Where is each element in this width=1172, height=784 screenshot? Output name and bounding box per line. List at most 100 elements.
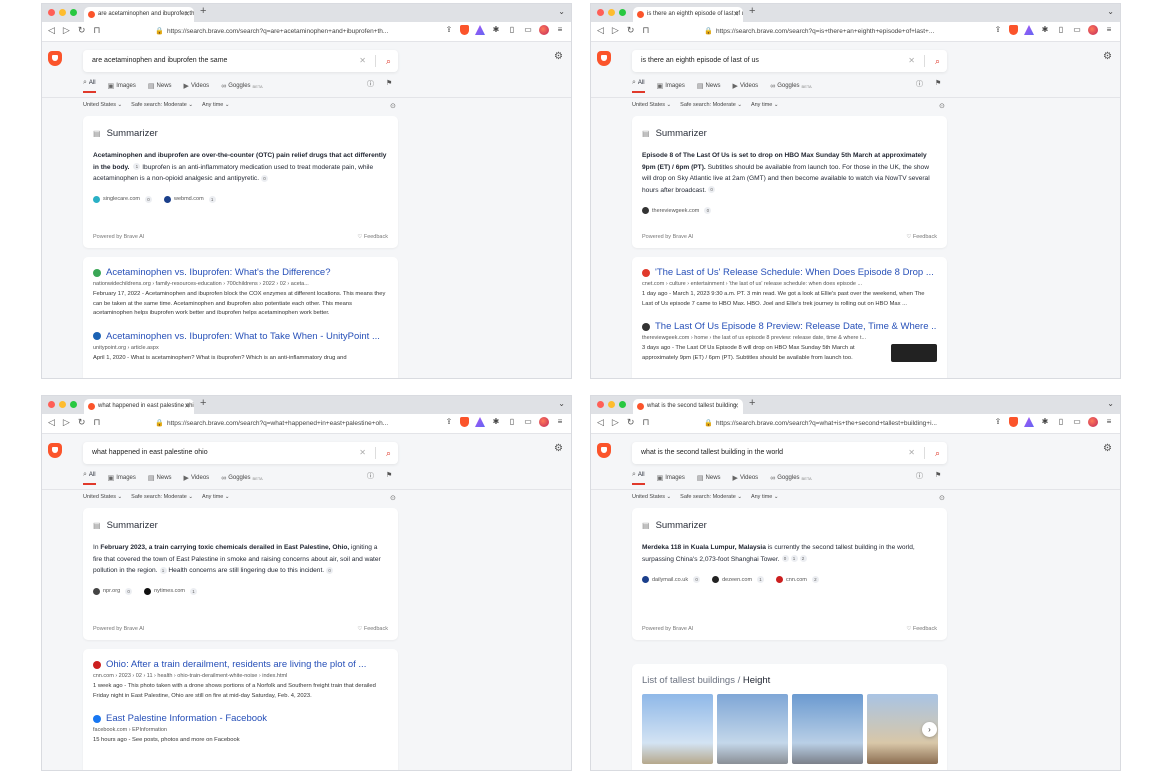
source-link[interactable]: webmd.com 1 [164, 195, 216, 203]
profile-avatar[interactable] [539, 417, 549, 427]
forward-icon[interactable]: ▷ [63, 417, 70, 428]
result-title-link[interactable]: East Palestine Information - Facebook [93, 713, 388, 724]
info-icon[interactable]: ⓘ [367, 471, 374, 481]
region-filter[interactable]: United States ⌄ [83, 102, 122, 108]
tab-goggles[interactable]: ∞ Goggles BETA [770, 471, 812, 485]
result-title-link[interactable]: The Last Of Us Episode 8 Preview: Releas… [642, 321, 937, 332]
citation-badge[interactable]: 0 [708, 186, 716, 194]
browser-tab[interactable]: what happened in east palestine ohio ✕ [84, 399, 194, 414]
new-tab-icon[interactable]: + [200, 397, 206, 409]
region-filter[interactable]: United States ⌄ [632, 102, 671, 108]
close-tab-icon[interactable]: ✕ [733, 399, 739, 414]
tab-news[interactable]: ▤ News [148, 471, 172, 485]
flag-icon[interactable]: ⚑ [935, 471, 941, 481]
tab-images[interactable]: ▣ Images [657, 79, 685, 93]
tab-videos[interactable]: ▶ Videos [733, 79, 759, 93]
region-filter[interactable]: United States ⌄ [632, 494, 671, 500]
window-control-dot[interactable] [48, 401, 55, 408]
tab-videos[interactable]: ▶ Videos [184, 471, 210, 485]
building-item[interactable]: Merdeka 118678.9 [717, 694, 788, 770]
address-bar[interactable]: 🔒 https://search.brave.com/search?q=are+a… [153, 25, 419, 38]
close-tab-icon[interactable]: ✕ [184, 399, 190, 414]
time-filter[interactable]: Any time ⌄ [751, 102, 779, 108]
sidebar-icon[interactable]: ▯ [1056, 417, 1066, 427]
profile-avatar[interactable] [539, 25, 549, 35]
search-input[interactable]: what happened in east palestine ohio ✕ ⌕ [83, 442, 398, 464]
safesearch-filter[interactable]: Safe search: Moderate ⌄ [680, 494, 742, 500]
location-icon[interactable]: ⊙ [390, 494, 396, 502]
browser-tab[interactable]: what is the second tallest building ✕ [633, 399, 743, 414]
info-icon[interactable]: ⓘ [367, 79, 374, 89]
share-icon[interactable]: ⇪ [444, 25, 454, 35]
window-controls[interactable] [597, 9, 626, 16]
flag-icon[interactable]: ⚑ [386, 79, 392, 89]
tab-news[interactable]: ▤ News [697, 79, 721, 93]
back-icon[interactable]: ◁ [597, 417, 604, 428]
window-control-dot[interactable] [619, 9, 626, 16]
reload-icon[interactable]: ↻ [627, 25, 635, 36]
tab-goggles[interactable]: ∞ Goggles BETA [221, 79, 263, 93]
tab-videos[interactable]: ▶ Videos [733, 471, 759, 485]
window-control-dot[interactable] [608, 401, 615, 408]
citation-badge[interactable]: 2 [799, 555, 807, 563]
building-item[interactable]: Burj Khalifa828 [642, 694, 713, 770]
menu-icon[interactable]: ≡ [555, 417, 565, 427]
brave-rewards-icon[interactable] [1024, 25, 1034, 35]
result-title-link[interactable]: Acetaminophen vs. Ibuprofen: What to Tak… [93, 331, 388, 342]
result-title-link[interactable]: Acetaminophen vs. Ibuprofen: What's the … [93, 267, 388, 278]
source-link[interactable]: nytimes.com 1 [144, 587, 197, 595]
source-link[interactable]: thereviewgeek.com 0 [642, 207, 712, 214]
window-control-dot[interactable] [59, 401, 66, 408]
search-icon[interactable]: ⌕ [935, 50, 940, 72]
result-url[interactable]: unitypoint.org › article.aspx [93, 345, 388, 351]
brave-logo-icon[interactable] [48, 51, 62, 66]
safesearch-filter[interactable]: Safe search: Moderate ⌄ [131, 494, 193, 500]
window-controls[interactable] [48, 401, 77, 408]
brave-shields-icon[interactable] [1009, 417, 1018, 427]
extensions-icon[interactable]: ✱ [1040, 25, 1050, 35]
chevron-down-icon[interactable]: ⌄ [558, 399, 565, 408]
chevron-down-icon[interactable]: ⌄ [1107, 7, 1114, 16]
safesearch-filter[interactable]: Safe search: Moderate ⌄ [680, 102, 742, 108]
share-icon[interactable]: ⇪ [444, 417, 454, 427]
tab-all[interactable]: ⌕ All [632, 471, 645, 485]
gear-icon[interactable]: ⚙ [1103, 51, 1112, 62]
tab-goggles[interactable]: ∞ Goggles BETA [770, 79, 812, 93]
safesearch-filter[interactable]: Safe search: Moderate ⌄ [131, 102, 193, 108]
citation-badge[interactable]: 0 [326, 566, 334, 574]
reload-icon[interactable]: ↻ [78, 417, 86, 428]
share-icon[interactable]: ⇪ [993, 25, 1003, 35]
sidebar-icon[interactable]: ▯ [507, 417, 517, 427]
building-image[interactable] [642, 694, 713, 764]
bookmark-icon[interactable]: ⊓ [93, 25, 100, 36]
brave-logo-icon[interactable] [597, 51, 611, 66]
gear-icon[interactable]: ⚙ [554, 443, 563, 454]
result-url[interactable]: facebook.com › EPInformation [93, 727, 388, 733]
brave-shields-icon[interactable] [460, 25, 469, 35]
search-icon[interactable]: ⌕ [386, 442, 391, 464]
location-icon[interactable]: ⊙ [939, 102, 945, 110]
location-icon[interactable]: ⊙ [939, 494, 945, 502]
location-icon[interactable]: ⊙ [390, 102, 396, 110]
region-filter[interactable]: United States ⌄ [83, 494, 122, 500]
browser-tab[interactable]: are acetaminophen and ibuprofen the same… [84, 7, 194, 22]
clear-icon[interactable]: ✕ [359, 50, 366, 72]
chevron-down-icon[interactable]: ⌄ [1107, 399, 1114, 408]
clear-icon[interactable]: ✕ [359, 442, 366, 464]
browser-tab[interactable]: is there an eighth episode of last of us… [633, 7, 743, 22]
search-icon[interactable]: ⌕ [386, 50, 391, 72]
profile-avatar[interactable] [1088, 417, 1098, 427]
tab-videos[interactable]: ▶ Videos [184, 79, 210, 93]
new-tab-icon[interactable]: + [200, 5, 206, 17]
result-url[interactable]: cnet.com › culture › entertainment › 'th… [642, 281, 937, 287]
building-item[interactable]: Shanghai Tower632 [792, 694, 863, 770]
citation-badge[interactable]: 0 [781, 555, 789, 563]
citation-badge[interactable]: 1 [790, 555, 798, 563]
brave-shields-icon[interactable] [460, 417, 469, 427]
tab-images[interactable]: ▣ Images [108, 471, 136, 485]
new-tab-icon[interactable]: + [749, 5, 755, 17]
feedback-button[interactable]: ♡ Feedback [906, 234, 937, 240]
sidebar-icon[interactable]: ▯ [507, 25, 517, 35]
sidebar-icon[interactable]: ▯ [1056, 25, 1066, 35]
flag-icon[interactable]: ⚑ [386, 471, 392, 481]
